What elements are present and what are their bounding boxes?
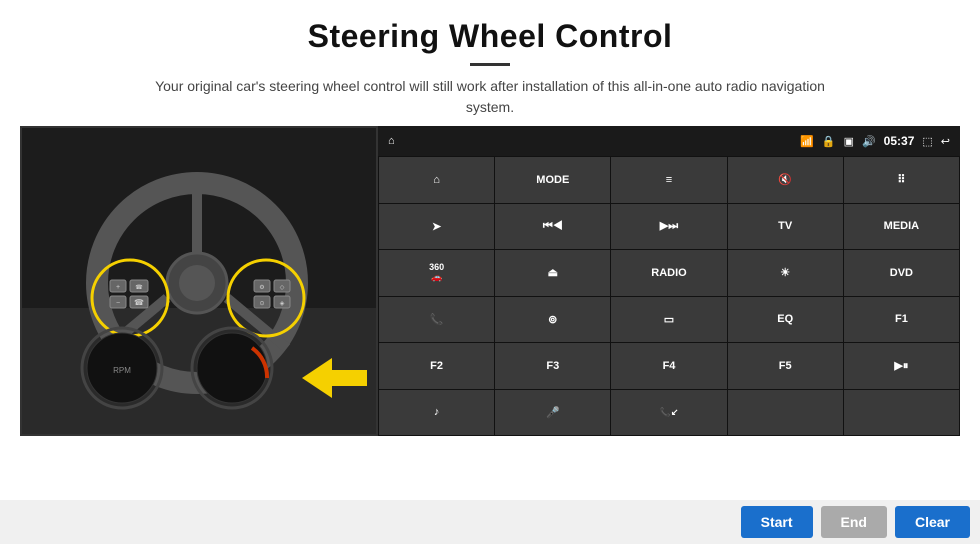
back-icon: ↩ xyxy=(941,135,950,148)
btn-music[interactable]: ♪ xyxy=(379,390,494,436)
title-divider xyxy=(470,63,510,66)
svg-text:⊙: ⊙ xyxy=(259,301,264,307)
mute-icon: 🔇 xyxy=(778,173,792,186)
svg-text:RPM: RPM xyxy=(113,366,131,375)
page-wrapper: Steering Wheel Control Your original car… xyxy=(0,0,980,544)
content-section: + − ☎ ☎ ⚙ ◇ ⊙ ◈ R xyxy=(0,126,980,500)
svg-text:−: − xyxy=(116,300,120,307)
f1-label: F1 xyxy=(895,313,908,325)
wifi-icon: 📶 xyxy=(800,135,814,148)
svg-text:◇: ◇ xyxy=(280,285,285,291)
screen2-icon: ▭ xyxy=(664,313,674,326)
btn-f4[interactable]: F4 xyxy=(611,343,726,389)
btn-apps[interactable]: ⠿ xyxy=(844,157,959,203)
svg-text:◈: ◈ xyxy=(280,301,285,307)
f4-label: F4 xyxy=(663,360,676,372)
btn-screen[interactable]: ▭ xyxy=(611,297,726,343)
f3-label: F3 xyxy=(546,360,559,372)
btn-home[interactable]: ⌂ xyxy=(379,157,494,203)
btn-media[interactable]: MEDIA xyxy=(844,204,959,250)
btn-empty2[interactable] xyxy=(844,390,959,436)
svg-text:☎: ☎ xyxy=(134,298,144,307)
subtitle: Your original car's steering wheel contr… xyxy=(150,76,830,118)
clear-button[interactable]: Clear xyxy=(895,506,970,538)
btn-navi2[interactable]: ⊚ xyxy=(495,297,610,343)
btn-radio[interactable]: RADIO xyxy=(611,250,726,296)
button-grid: ⌂ MODE ≡ 🔇 ⠿ ➤ ⏮◀ ▶⏭ TV MEDIA 360🚗 ⏏ RAD… xyxy=(378,156,960,436)
btn-list[interactable]: ≡ xyxy=(611,157,726,203)
btn-f1[interactable]: F1 xyxy=(844,297,959,343)
btn-f5[interactable]: F5 xyxy=(728,343,843,389)
f5-label: F5 xyxy=(779,360,792,372)
btn-phone[interactable]: 📞 xyxy=(379,297,494,343)
status-bar: ⌂ 📶 🔒 ▣ 🔊 05:37 ⬚ ↩ xyxy=(378,126,960,156)
btn-mode[interactable]: MODE xyxy=(495,157,610,203)
brightness-icon: ☀ xyxy=(780,266,790,279)
svg-text:☎: ☎ xyxy=(135,284,143,291)
btn-next[interactable]: ▶⏭ xyxy=(611,204,726,250)
start-button[interactable]: Start xyxy=(741,506,813,538)
mic-icon: 🎤 xyxy=(546,406,560,419)
music-icon: ♪ xyxy=(434,406,440,418)
home-status-icon: ⌂ xyxy=(388,135,395,147)
mode-label: MODE xyxy=(536,174,569,186)
nav-icon: ➤ xyxy=(432,220,441,233)
header-section: Steering Wheel Control Your original car… xyxy=(0,0,980,126)
tv-label: TV xyxy=(778,220,792,232)
status-left: ⌂ xyxy=(388,135,395,147)
end-button[interactable]: End xyxy=(821,506,887,538)
sim-icon: ▣ xyxy=(844,135,854,148)
lock-icon: 🔒 xyxy=(822,135,836,148)
steering-image: + − ☎ ☎ ⚙ ◇ ⊙ ◈ R xyxy=(20,126,378,436)
btn-prev[interactable]: ⏮◀ xyxy=(495,204,610,250)
btn-f3[interactable]: F3 xyxy=(495,343,610,389)
next-icon: ▶⏭ xyxy=(660,219,678,233)
cam-icon: 360🚗 xyxy=(429,262,444,283)
btn-tv[interactable]: TV xyxy=(728,204,843,250)
playpause-icon: ▶⏸ xyxy=(894,359,908,373)
btn-eq[interactable]: EQ xyxy=(728,297,843,343)
f2-label: F2 xyxy=(430,360,443,372)
btn-eject[interactable]: ⏏ xyxy=(495,250,610,296)
navi-icon: ⊚ xyxy=(548,313,557,326)
phone-icon: 📞 xyxy=(430,313,444,326)
btn-nav[interactable]: ➤ xyxy=(379,204,494,250)
prev-icon: ⏮◀ xyxy=(543,220,563,233)
radio-label: RADIO xyxy=(651,267,686,279)
btn-call[interactable]: 📞↙ xyxy=(611,390,726,436)
eq-label: EQ xyxy=(777,313,793,325)
apps-icon: ⠿ xyxy=(897,173,905,186)
bt-icon: 🔊 xyxy=(862,135,876,148)
btn-360[interactable]: 360🚗 xyxy=(379,250,494,296)
page-title: Steering Wheel Control xyxy=(40,18,940,55)
btn-mute[interactable]: 🔇 xyxy=(728,157,843,203)
btn-brightness[interactable]: ☀ xyxy=(728,250,843,296)
btn-f2[interactable]: F2 xyxy=(379,343,494,389)
eject-icon: ⏏ xyxy=(548,266,558,279)
home-icon: ⌂ xyxy=(433,174,440,186)
svg-text:⚙: ⚙ xyxy=(259,284,264,291)
screen-icon: ⬚ xyxy=(922,135,932,148)
btn-playpause[interactable]: ▶⏸ xyxy=(844,343,959,389)
svg-text:+: + xyxy=(116,284,120,291)
media-label: MEDIA xyxy=(884,220,919,232)
bottom-bar: Start End Clear xyxy=(0,500,980,544)
dvd-label: DVD xyxy=(890,267,913,279)
status-right: 📶 🔒 ▣ 🔊 05:37 ⬚ ↩ xyxy=(800,134,950,148)
radio-panel: ⌂ 📶 🔒 ▣ 🔊 05:37 ⬚ ↩ ⌂ MODE ≡ 🔇 xyxy=(378,126,960,436)
call-icon: 📞↙ xyxy=(660,407,679,418)
btn-empty1[interactable] xyxy=(728,390,843,436)
btn-dvd[interactable]: DVD xyxy=(844,250,959,296)
list-icon: ≡ xyxy=(666,174,672,186)
btn-mic[interactable]: 🎤 xyxy=(495,390,610,436)
status-time: 05:37 xyxy=(884,134,915,148)
